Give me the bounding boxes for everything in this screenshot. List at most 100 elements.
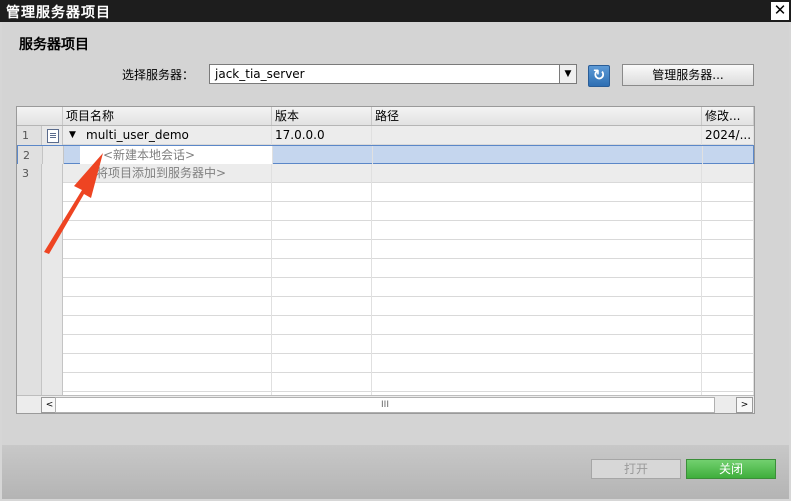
row2-version <box>273 146 373 165</box>
empty-cell <box>79 297 272 316</box>
row-number-empty <box>17 373 42 392</box>
row2-path <box>373 146 703 165</box>
empty-cell <box>372 297 702 316</box>
empty-cell <box>372 373 702 392</box>
server-select-label: 选择服务器： <box>122 68 195 82</box>
empty-cell <box>79 240 272 259</box>
empty-cell <box>79 183 272 202</box>
add-project-to-server[interactable]: <将项目添加到服务器中> <box>79 164 272 183</box>
row-number-empty <box>17 316 42 335</box>
empty-table-row <box>17 316 754 335</box>
project-document-icon <box>47 129 59 143</box>
empty-cell <box>272 183 372 202</box>
dialog-body: 服务器项目 选择服务器： jack_tia_server ▼ ↻ 管理服务器..… <box>2 22 789 499</box>
empty-cell <box>79 373 272 392</box>
row-icon-cell <box>42 373 63 392</box>
empty-cell <box>372 259 702 278</box>
empty-cell <box>702 278 754 297</box>
empty-cell <box>372 316 702 335</box>
row-number-empty <box>17 278 42 297</box>
empty-cell <box>272 202 372 221</box>
header-corner <box>17 107 63 125</box>
empty-cell <box>702 335 754 354</box>
empty-table-row <box>17 259 754 278</box>
row-number: 3 <box>17 164 42 183</box>
horizontal-scrollbar[interactable]: < III > <box>17 395 754 413</box>
row-number-empty <box>17 259 42 278</box>
project-table: 项目名称 版本 路径 修改... 1 ▼ multi_user_demo 17.… <box>16 106 755 414</box>
empty-cell <box>272 354 372 373</box>
empty-cell <box>79 335 272 354</box>
row2-modified <box>703 146 754 165</box>
section-title: 服务器项目 <box>19 37 89 53</box>
row3-version <box>272 164 372 183</box>
expand-triangle-icon[interactable]: ▼ <box>69 126 76 145</box>
empty-cell <box>372 221 702 240</box>
row-icon-cell <box>42 221 63 240</box>
empty-cell <box>79 278 272 297</box>
empty-cell <box>272 335 372 354</box>
row-icon-cell <box>42 240 63 259</box>
row-icon-cell <box>42 297 63 316</box>
column-header-name[interactable]: 项目名称 <box>63 107 272 125</box>
empty-cell <box>702 202 754 221</box>
column-header-path[interactable]: 路径 <box>372 107 702 125</box>
empty-cell <box>702 297 754 316</box>
table-row[interactable]: 1 ▼ multi_user_demo 17.0.0.0 2024/... <box>17 126 754 145</box>
empty-table-row <box>17 183 754 202</box>
empty-cell <box>272 221 372 240</box>
scroll-thumb[interactable]: III <box>55 397 715 413</box>
project-path <box>372 126 702 145</box>
empty-cell <box>702 316 754 335</box>
empty-cell <box>79 259 272 278</box>
row-number: 1 <box>17 126 42 145</box>
empty-cell <box>79 316 272 335</box>
empty-cell <box>372 335 702 354</box>
empty-cell <box>272 259 372 278</box>
row-icon-cell <box>42 183 63 202</box>
row-icon-cell <box>43 146 64 165</box>
empty-table-row <box>17 278 754 297</box>
row-number-empty <box>17 202 42 221</box>
window-close-button[interactable]: ✕ <box>771 2 789 20</box>
manage-server-button[interactable]: 管理服务器... <box>622 64 754 86</box>
chevron-down-icon[interactable]: ▼ <box>559 65 576 83</box>
empty-table-row <box>17 240 754 259</box>
table-row[interactable]: 3 <将项目添加到服务器中> <box>17 164 754 183</box>
row-number-empty <box>17 354 42 373</box>
empty-cell <box>372 354 702 373</box>
dialog-footer: 打开 关闭 <box>2 445 789 499</box>
empty-table-row <box>17 335 754 354</box>
row-icon-cell <box>42 164 63 183</box>
table-header: 项目名称 版本 路径 修改... <box>17 107 754 126</box>
empty-cell <box>272 278 372 297</box>
close-button[interactable]: 关闭 <box>686 459 776 479</box>
empty-cell <box>79 202 272 221</box>
empty-cell <box>372 278 702 297</box>
new-local-session[interactable]: <新建本地会话> <box>80 146 273 165</box>
empty-cell <box>272 373 372 392</box>
row-number-empty <box>17 335 42 354</box>
window-title: 管理服务器项目 <box>6 5 111 21</box>
open-button[interactable]: 打开 <box>591 459 681 479</box>
empty-cell <box>702 240 754 259</box>
empty-cell <box>272 240 372 259</box>
row3-path <box>372 164 702 183</box>
column-header-modified[interactable]: 修改... <box>702 107 754 125</box>
refresh-icon[interactable]: ↻ <box>588 65 610 87</box>
server-select[interactable]: jack_tia_server ▼ <box>209 64 577 84</box>
row-number-empty <box>17 297 42 316</box>
empty-cell <box>702 221 754 240</box>
row-icon-cell <box>42 278 63 297</box>
row-icon-cell <box>42 335 63 354</box>
empty-cell <box>372 240 702 259</box>
empty-cell <box>79 221 272 240</box>
scroll-right-icon[interactable]: > <box>736 397 753 413</box>
row-icon-cell <box>42 354 63 373</box>
empty-table-row <box>17 297 754 316</box>
empty-table-row <box>17 202 754 221</box>
column-header-version[interactable]: 版本 <box>272 107 372 125</box>
row-icon-cell <box>42 202 63 221</box>
table-row-selected[interactable]: 2 <新建本地会话> <box>17 145 754 165</box>
row-icon-cell <box>42 316 63 335</box>
